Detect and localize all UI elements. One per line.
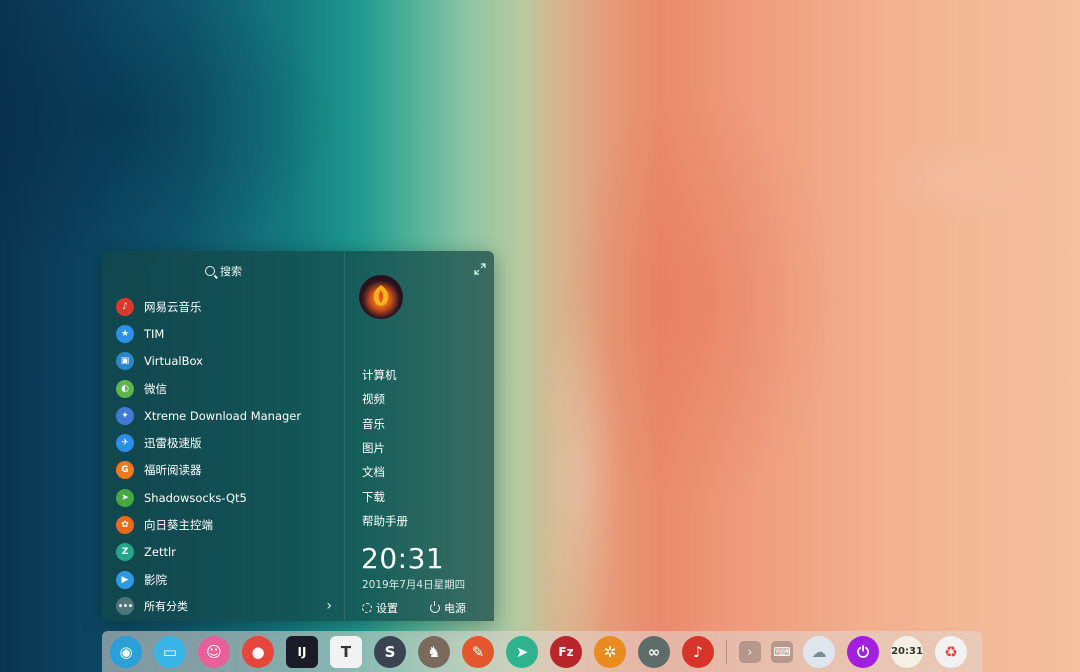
app-item[interactable]: ▣ VirtualBox	[116, 348, 338, 375]
sunflower-icon: ✿	[116, 516, 134, 535]
arduino-icon[interactable]: ∞	[638, 635, 670, 668]
app-label: Zettlr	[144, 545, 176, 560]
wechat-icon: ◐	[116, 379, 134, 398]
place-item[interactable]: 图片	[362, 436, 408, 460]
clock-icon[interactable]: 20:31	[891, 635, 923, 668]
power-button[interactable]: 电源	[430, 600, 466, 616]
app-item[interactable]: ◐ 微信	[116, 375, 338, 402]
netease-music-icon: ♪	[116, 297, 134, 316]
telegram-icon[interactable]: ➤	[506, 635, 538, 668]
weather-icon[interactable]: ☁	[803, 635, 835, 668]
app-label: VirtualBox	[144, 354, 203, 369]
typora-icon[interactable]: T	[330, 635, 362, 668]
all-categories-button[interactable]: ••• 所有分类 ›	[116, 597, 332, 615]
virtualbox-icon: ▣	[116, 352, 134, 371]
chevron-right-icon[interactable]: ›	[739, 640, 761, 663]
expand-icon[interactable]	[474, 263, 486, 275]
lion-icon	[373, 285, 389, 306]
chrome-icon[interactable]: ●	[242, 635, 274, 668]
shutdown-icon[interactable]: ⏻	[847, 635, 879, 668]
shadowsocks-icon: ➤	[116, 488, 134, 507]
keyboard-icon[interactable]: ⌨	[771, 640, 793, 663]
intellij-icon[interactable]: IJ	[286, 635, 318, 668]
dock-separator	[726, 639, 727, 664]
app-label: TIM	[144, 326, 165, 341]
trash-icon[interactable]: ♻	[935, 635, 967, 668]
app-label: Xtreme Download Manager	[144, 408, 302, 423]
gear-icon	[362, 603, 372, 613]
netease-music-icon[interactable]: ♪	[682, 635, 714, 668]
power-icon	[430, 601, 440, 613]
app-list: ♪ 网易云音乐 ★ TIM ▣ VirtualBox ◐ 微信 ✦ Xtreme Download…	[116, 293, 338, 593]
sidebar-pane: 计算机 视频 音乐 图片 文档 下载 帮助手册 20:31 2019年7月4日星期四 设置 …	[345, 251, 494, 621]
app-label: 网易云音乐	[144, 299, 202, 314]
dock: ◉ ▭ ☺ ● IJ T S ♞ ✎ ➤ Fz ✲ ∞ ♪ › ⌨ ☁ ⏻ 20:31 ♻	[102, 631, 982, 672]
filezilla-icon[interactable]: Fz	[550, 635, 582, 668]
app-item[interactable]: ▶ 影院	[116, 566, 338, 593]
app-item[interactable]: ➤ Shadowsocks-Qt5	[116, 484, 338, 511]
avatar[interactable]	[359, 275, 403, 319]
zettlr-icon: Z	[116, 543, 134, 562]
settings-button[interactable]: 设置	[362, 600, 398, 616]
place-item[interactable]: 音乐	[362, 412, 408, 436]
xdm-icon: ✦	[116, 406, 134, 425]
cinema-icon: ▶	[116, 570, 134, 589]
bottom-buttons: 设置 电源	[362, 600, 466, 616]
foxit-icon: G	[116, 461, 134, 480]
gimp-icon[interactable]: ♞	[418, 635, 450, 668]
thunder-icon: ✈	[116, 434, 134, 453]
settings-icon[interactable]: ✲	[594, 635, 626, 668]
editor-icon[interactable]: ✎	[462, 635, 494, 668]
launcher-icon[interactable]: ◉	[110, 635, 142, 668]
place-item[interactable]: 视频	[362, 387, 408, 411]
more-icon: •••	[116, 597, 134, 615]
app-label: 微信	[144, 381, 167, 396]
place-item[interactable]: 文档	[362, 460, 408, 484]
search-icon	[205, 266, 215, 276]
place-item[interactable]: 计算机	[362, 363, 408, 387]
app-item[interactable]: ✿ 向日葵主控端	[116, 511, 338, 538]
app-item[interactable]: G 福昕阅读器	[116, 457, 338, 484]
app-list-pane: 搜索 ♪ 网易云音乐 ★ TIM ▣ VirtualBox ◐ 微信 ✦ Xtreme Downl…	[102, 251, 345, 621]
app-item[interactable]: ✦ Xtreme Download Manager	[116, 402, 338, 429]
app-label: Shadowsocks-Qt5	[144, 490, 247, 505]
files-icon[interactable]: ▭	[154, 635, 186, 668]
tim-icon: ★	[116, 324, 134, 343]
all-categories-label: 所有分类	[144, 600, 188, 613]
search-label: 搜索	[220, 265, 242, 278]
app-label: 向日葵主控端	[144, 518, 213, 533]
sublime-icon[interactable]: S	[374, 635, 406, 668]
app-label: 影院	[144, 572, 167, 587]
settings-label: 设置	[376, 602, 398, 615]
place-item[interactable]: 帮助手册	[362, 509, 408, 533]
app-item[interactable]: ✈ 迅雷极速版	[116, 429, 338, 456]
clock-time: 20:31	[361, 542, 445, 575]
app-item[interactable]: Z Zettlr	[116, 539, 338, 566]
chevron-right-icon: ›	[326, 598, 332, 614]
clock-date: 2019年7月4日星期四	[362, 579, 466, 591]
places-list: 计算机 视频 音乐 图片 文档 下载 帮助手册	[362, 363, 408, 533]
app-item[interactable]: ♪ 网易云音乐	[116, 293, 338, 320]
store-icon[interactable]: ☺	[198, 635, 230, 668]
launcher-menu: 搜索 ♪ 网易云音乐 ★ TIM ▣ VirtualBox ◐ 微信 ✦ Xtreme Downl…	[102, 251, 494, 621]
place-item[interactable]: 下载	[362, 484, 408, 508]
search-box[interactable]: 搜索	[102, 263, 345, 279]
app-label: 迅雷极速版	[144, 436, 202, 451]
app-item[interactable]: ★ TIM	[116, 320, 338, 347]
app-label: 福昕阅读器	[144, 463, 202, 478]
power-label: 电源	[444, 602, 466, 615]
